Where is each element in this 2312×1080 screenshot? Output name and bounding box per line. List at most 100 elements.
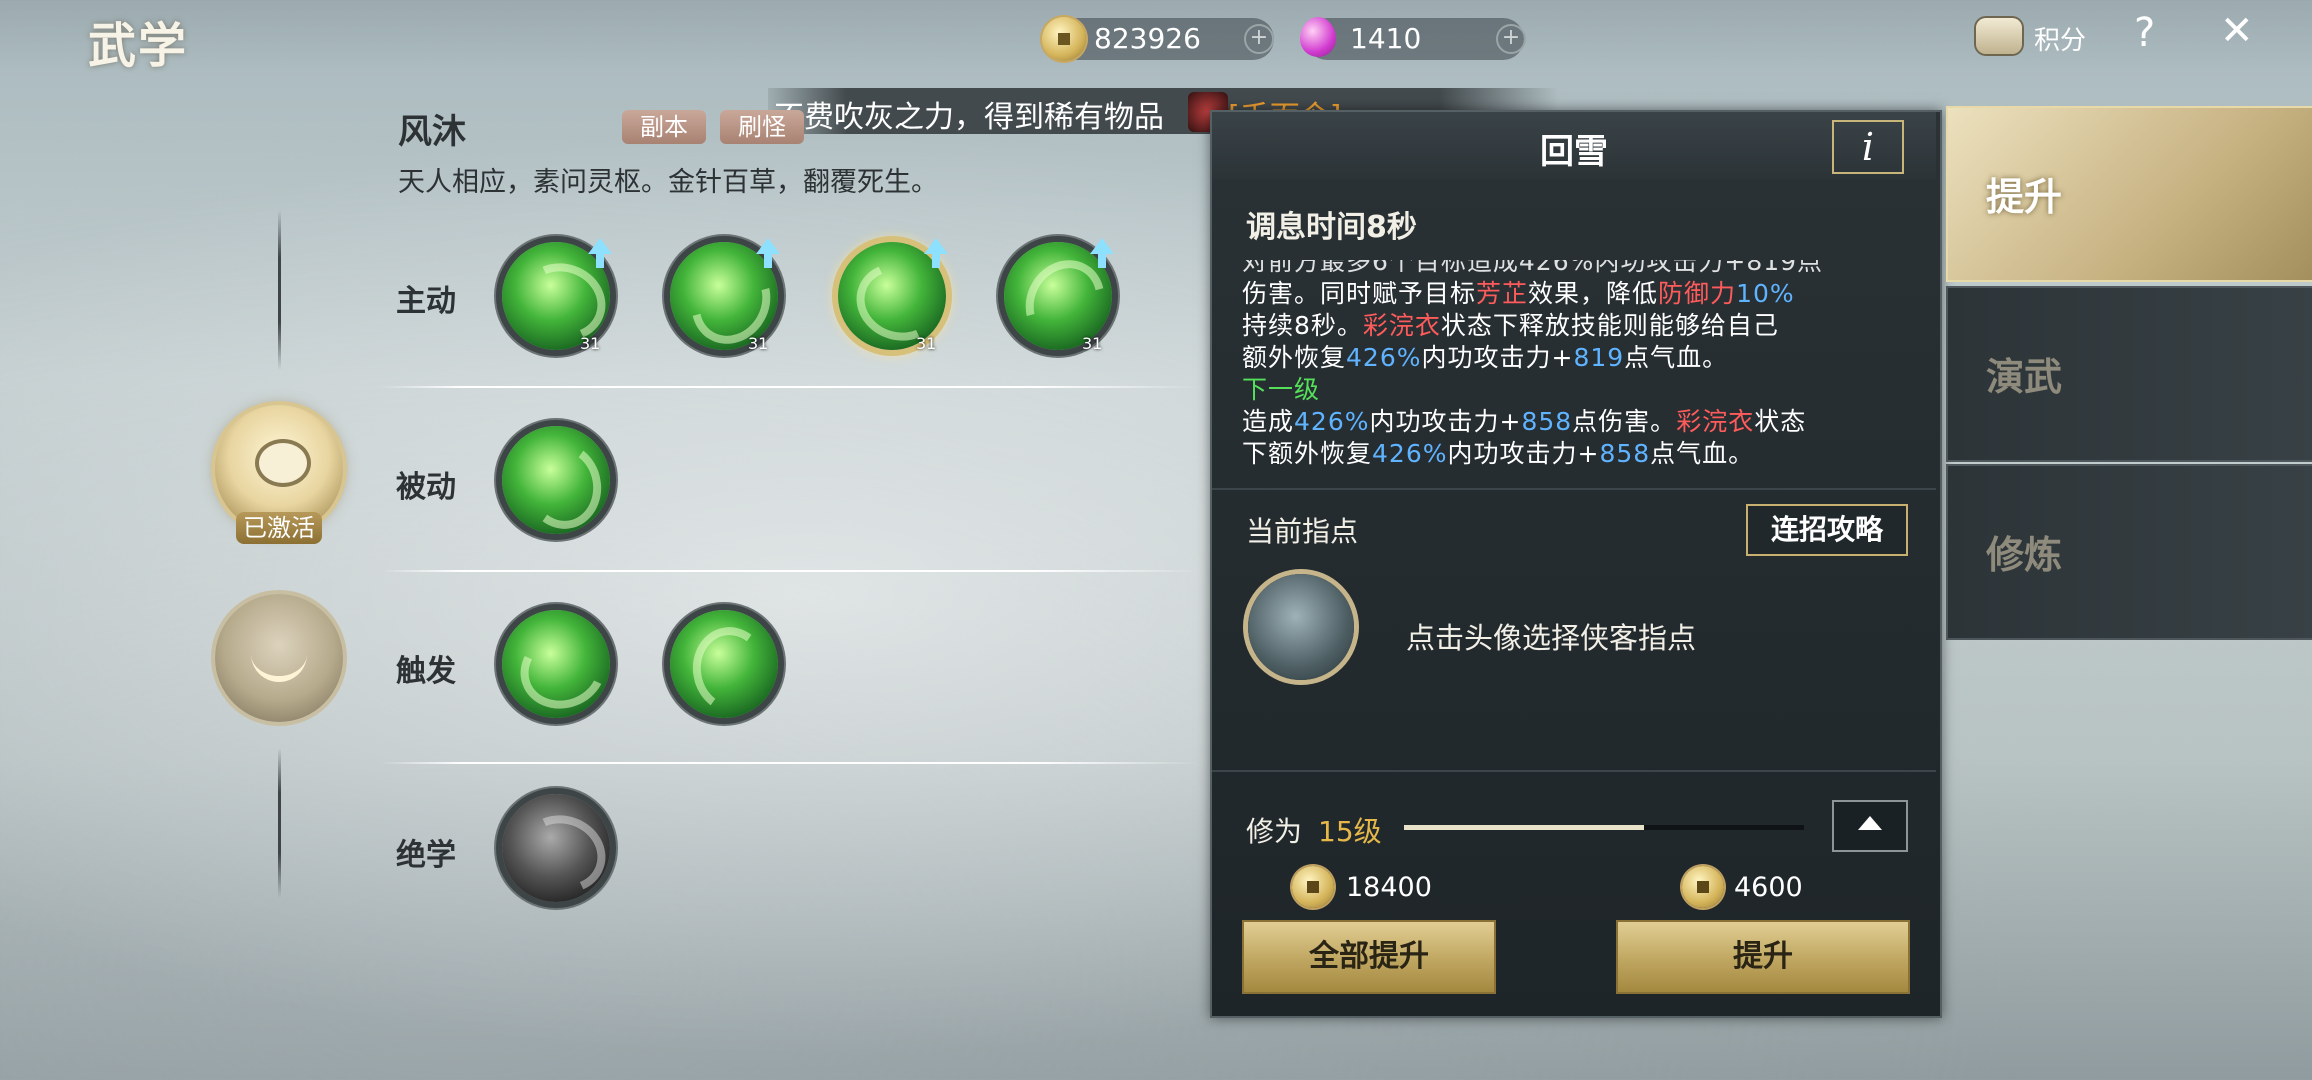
tag-dungeon: 副本 bbox=[622, 110, 706, 144]
copper-amount: 823926 bbox=[1094, 22, 1201, 55]
skill-trigger-1[interactable] bbox=[502, 610, 610, 718]
tab-upgrade-label: 提升 bbox=[1986, 174, 2063, 219]
skill-art bbox=[686, 621, 776, 718]
skill-level: 31 bbox=[916, 334, 937, 353]
expand-button[interactable] bbox=[1832, 800, 1908, 852]
skill-art bbox=[509, 803, 610, 902]
row-divider bbox=[380, 386, 1200, 388]
upgrade-arrow-icon bbox=[756, 238, 780, 254]
lotus-icon bbox=[251, 640, 307, 682]
stat-value: 426% bbox=[1294, 407, 1370, 436]
info-button[interactable]: i bbox=[1832, 120, 1904, 174]
category-passive: 被动 bbox=[396, 470, 456, 505]
notification-text: 不费吹灰之力，得到稀有物品 bbox=[774, 100, 1164, 135]
add-gem-button[interactable]: + bbox=[1496, 24, 1526, 54]
desc-text: 状态 bbox=[1754, 407, 1807, 436]
cultivation-level: 15级 bbox=[1318, 815, 1382, 848]
school-name: 风沐 bbox=[398, 112, 466, 152]
upgrade-arrow-stem bbox=[1098, 254, 1106, 268]
desc-text: 对前方最多6个目标造成426%内功攻击力+819点 bbox=[1242, 260, 1824, 276]
upgrade-arrow-icon bbox=[1090, 238, 1114, 254]
desc-line: 额外恢复426%内功攻击力+819点气血。 bbox=[1242, 338, 1902, 372]
stat-value: 858 bbox=[1599, 439, 1651, 468]
desc-text: 内功攻击力+ bbox=[1421, 343, 1574, 372]
cost-one: 4600 bbox=[1734, 872, 1803, 903]
row-divider bbox=[380, 762, 1200, 764]
desc-text: 内功攻击力+ bbox=[1369, 407, 1522, 436]
up-triangle-icon bbox=[1858, 816, 1882, 830]
state-name: 彩浣衣 bbox=[1362, 311, 1441, 340]
guide-avatar[interactable] bbox=[1248, 574, 1354, 680]
cultivation-label: 修为 bbox=[1246, 815, 1303, 848]
skill-description[interactable]: 对前方最多6个目标造成426%内功攻击力+819点 伤害。同时赋予目标芳芷效果，… bbox=[1242, 260, 1902, 470]
category-trigger: 触发 bbox=[396, 654, 456, 689]
desc-text: 点气血。 bbox=[1650, 439, 1755, 468]
upgrade-arrow-stem bbox=[596, 254, 604, 268]
category-active: 主动 bbox=[396, 284, 456, 319]
page-title: 武学 bbox=[88, 18, 189, 74]
help-icon[interactable]: ? bbox=[2134, 10, 2155, 56]
guide-label: 当前指点 bbox=[1246, 515, 1359, 548]
desc-line: 造成426%内功攻击力+858点伤害。彩浣衣状态 bbox=[1242, 402, 1902, 436]
state-name: 彩浣衣 bbox=[1676, 407, 1755, 436]
trigger-badge[interactable] bbox=[215, 594, 343, 722]
balloon-icon bbox=[1300, 17, 1336, 57]
desc-text: 效果，降低 bbox=[1528, 279, 1659, 308]
desc-line: 对前方最多6个目标造成426%内功攻击力+819点 bbox=[1242, 260, 1902, 276]
close-icon[interactable]: ✕ bbox=[2220, 8, 2254, 54]
upgrade-button[interactable]: 提升 bbox=[1616, 920, 1910, 994]
upgrade-arrow-stem bbox=[764, 254, 772, 268]
connector-line bbox=[278, 210, 281, 370]
stat-value: 819 bbox=[1573, 343, 1625, 372]
cultivation-progress-fill bbox=[1404, 825, 1644, 830]
upgrade-all-button[interactable]: 全部提升 bbox=[1242, 920, 1496, 994]
fan-icon bbox=[255, 439, 311, 487]
stat-value: 10% bbox=[1736, 279, 1795, 308]
skill-level: 31 bbox=[748, 334, 769, 353]
panel-divider bbox=[1212, 770, 1936, 772]
next-level-label: 下一级 bbox=[1242, 375, 1321, 404]
desc-text: 点伤害。 bbox=[1572, 407, 1677, 436]
skill-ultimate-1[interactable] bbox=[502, 794, 610, 902]
skill-name: 回雪 bbox=[1540, 132, 1608, 172]
combo-guide-button[interactable]: 连招攻略 bbox=[1746, 504, 1908, 556]
desc-text: 持续8秒。 bbox=[1242, 311, 1363, 340]
stat-name: 防御力 bbox=[1658, 279, 1737, 308]
skill-level: 31 bbox=[580, 334, 601, 353]
skill-art bbox=[518, 437, 608, 534]
tag-grind: 刷怪 bbox=[720, 110, 804, 144]
guide-hint: 点击头像选择侠客指点 bbox=[1406, 621, 1697, 655]
desc-text: 状态下释放技能则能够给自己 bbox=[1440, 311, 1779, 340]
desc-text: 额外恢复 bbox=[1242, 343, 1347, 372]
coin-icon bbox=[1042, 17, 1086, 61]
cost-all: 18400 bbox=[1346, 872, 1432, 903]
panel-divider bbox=[1212, 488, 1936, 490]
points-icon[interactable] bbox=[1976, 18, 2022, 54]
desc-text: 造成 bbox=[1242, 407, 1295, 436]
desc-line: 持续8秒。彩浣衣状态下释放技能则能够给自己 bbox=[1242, 306, 1902, 340]
activated-label: 已激活 bbox=[236, 512, 322, 544]
tab-practice-label: 演武 bbox=[1986, 354, 2063, 399]
coin-icon bbox=[1292, 866, 1334, 908]
desc-text: 下额外恢复 bbox=[1242, 439, 1373, 468]
stat-value: 426% bbox=[1372, 439, 1448, 468]
row-divider bbox=[380, 570, 1200, 572]
skill-trigger-2[interactable] bbox=[670, 610, 778, 718]
effect-name: 芳芷 bbox=[1476, 279, 1529, 308]
upgrade-arrow-icon bbox=[588, 238, 612, 254]
points-label[interactable]: 积分 bbox=[2034, 20, 2086, 57]
upgrade-arrow-stem bbox=[932, 254, 940, 268]
gem-amount: 1410 bbox=[1350, 22, 1422, 55]
upgrade-arrow-icon bbox=[924, 238, 948, 254]
desc-text: 点气血。 bbox=[1624, 343, 1729, 372]
tab-training-label: 修炼 bbox=[1986, 532, 2063, 577]
school-description: 天人相应，素问灵枢。金针百草，翻覆死生。 bbox=[398, 167, 938, 198]
coin-icon bbox=[1682, 866, 1724, 908]
skill-passive-1[interactable] bbox=[502, 426, 610, 534]
cooldown-text: 调息时间8秒 bbox=[1246, 210, 1417, 245]
desc-line: 伤害。同时赋予目标芳芷效果，降低防御力10% bbox=[1242, 274, 1902, 308]
stat-value: 426% bbox=[1346, 343, 1422, 372]
add-copper-button[interactable]: + bbox=[1244, 24, 1274, 54]
desc-line: 下额外恢复426%内功攻击力+858点气血。 bbox=[1242, 434, 1902, 468]
stat-value: 858 bbox=[1521, 407, 1573, 436]
